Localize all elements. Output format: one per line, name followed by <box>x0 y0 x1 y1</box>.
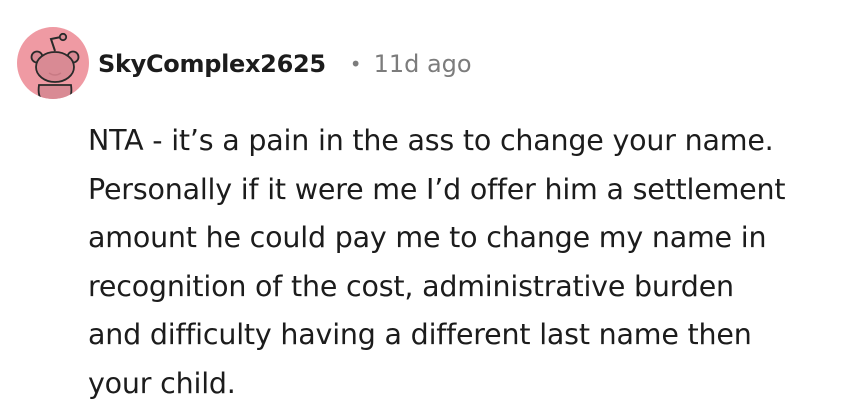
comment: SkyComplex2625 • 11d ago NTA - it’s a pa… <box>0 0 867 417</box>
comment-line: Personally if it were me I’d offer him a… <box>88 172 786 206</box>
comment-line: and difficulty having a different last n… <box>88 318 752 351</box>
snoo-icon <box>30 32 80 99</box>
comment-line: NTA - it’s a pain in the ass to change y… <box>88 124 774 157</box>
separator-dot: • <box>349 52 362 76</box>
comment-header: SkyComplex2625 • 11d ago <box>98 44 472 84</box>
user-avatar-icon[interactable] <box>17 27 89 99</box>
timestamp-link[interactable]: 11d ago <box>374 50 472 78</box>
comment-body: NTA - it’s a pain in the ass to change y… <box>88 117 858 408</box>
username-link[interactable]: SkyComplex2625 <box>98 50 326 78</box>
comment-line: your child. <box>88 366 236 400</box>
comment-line: recognition of the cost, administrative … <box>88 269 734 303</box>
comment-line: amount he could pay me to change my name… <box>88 221 767 254</box>
